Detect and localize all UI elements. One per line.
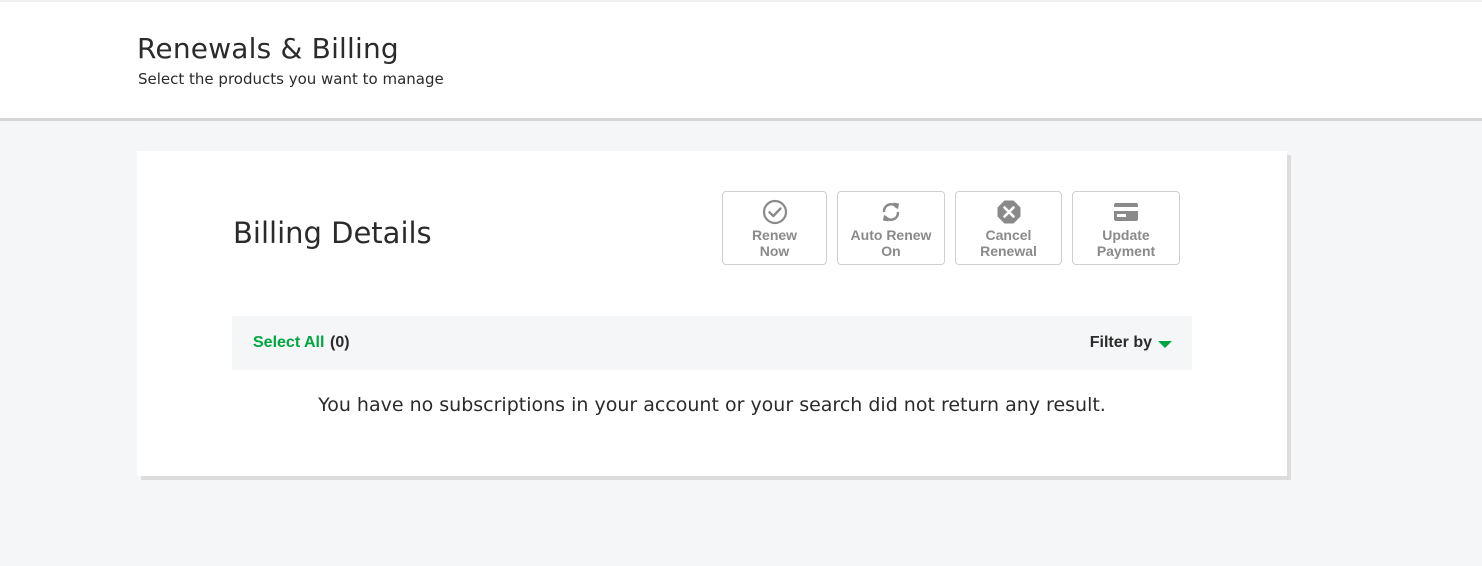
renew-now-button[interactable]: Renew Now	[722, 191, 827, 265]
page-subtitle: Select the products you want to manage	[138, 70, 444, 88]
auto-renew-on-button[interactable]: Auto Renew On	[837, 191, 945, 265]
empty-state-message: You have no subscriptions in your accoun…	[318, 394, 1106, 416]
caret-down-icon	[1158, 340, 1172, 348]
page-title: Renewals & Billing	[137, 32, 399, 65]
billing-actions: Renew Now Auto Renew On Cancel Renewal U…	[722, 191, 1180, 265]
selected-count: (0)	[330, 334, 350, 351]
update-payment-button[interactable]: Update Payment	[1072, 191, 1180, 265]
filter-by-label: Filter by	[1089, 334, 1152, 351]
check-circle-icon	[762, 199, 788, 225]
select-all-link[interactable]: Select All	[253, 333, 324, 353]
cancel-renewal-button[interactable]: Cancel Renewal	[955, 191, 1062, 265]
billing-details-card: Billing Details Renew Now Auto Renew On …	[137, 151, 1287, 476]
auto-renew-on-label: Auto Renew On	[850, 227, 932, 259]
cancel-renewal-label: Cancel Renewal	[980, 227, 1037, 259]
credit-card-icon	[1113, 199, 1139, 225]
page-header: Renewals & Billing Select the products y…	[0, 0, 1482, 121]
filter-by-dropdown[interactable]: Filter by	[1090, 333, 1172, 353]
update-payment-label: Update Payment	[1096, 227, 1156, 259]
renew-now-label: Renew Now	[751, 227, 798, 259]
refresh-icon	[878, 199, 904, 225]
cancel-octagon-icon	[996, 199, 1022, 225]
billing-details-title: Billing Details	[233, 216, 432, 250]
list-toolbar: Select All (0) Filter by	[232, 316, 1192, 370]
